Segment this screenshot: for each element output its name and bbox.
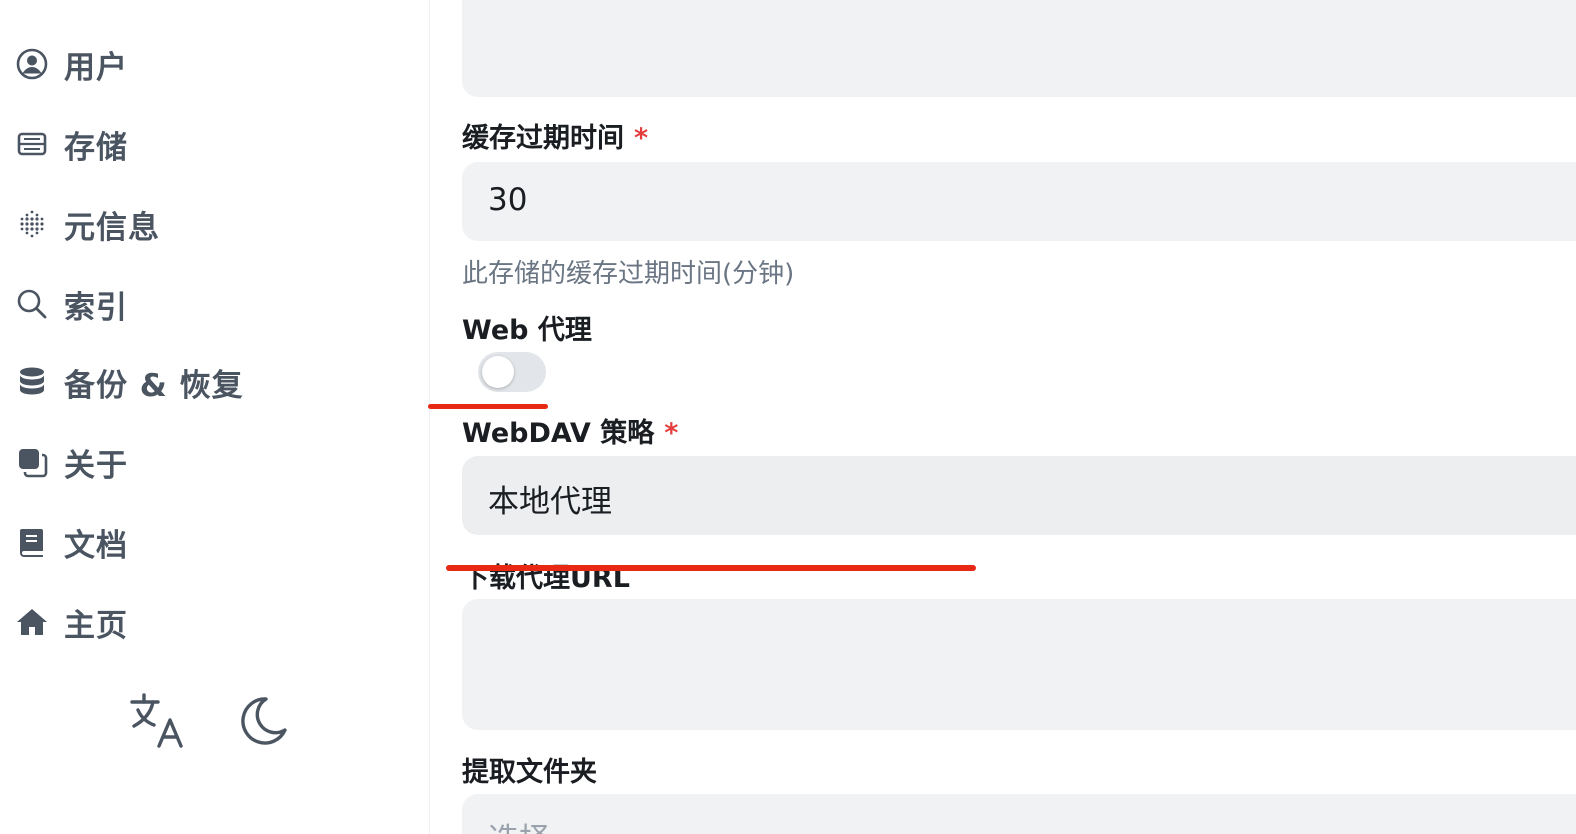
- webdav-policy-value: 本地代理: [488, 484, 612, 520]
- webdav-policy-label: WebDAV 策略 *: [462, 418, 679, 449]
- moon-icon[interactable]: [230, 690, 292, 752]
- translate-icon[interactable]: [128, 690, 190, 752]
- toggle-knob: [482, 356, 514, 388]
- sidebar-item-label: 元信息: [64, 209, 160, 246]
- sidebar-item-label: 存储: [64, 129, 128, 166]
- sidebar: 用户 存储 元信息 索引 备份 & 恢复 关于 文档 主页: [0, 0, 430, 834]
- sidebar-footer: [128, 690, 292, 752]
- webdav-policy-select[interactable]: 本地代理: [462, 456, 1576, 535]
- sidebar-item-label: 主页: [64, 607, 128, 644]
- annotation-underline-web-proxy: [428, 404, 548, 409]
- cache-expiry-help: 此存储的缓存过期时间(分钟): [462, 259, 795, 289]
- home-icon: [14, 604, 50, 640]
- web-proxy-toggle[interactable]: [478, 352, 546, 392]
- cache-expiry-value: 30: [488, 182, 528, 218]
- sidebar-item-backup-restore[interactable]: 备份 & 恢复: [14, 360, 244, 404]
- sidebar-item-home[interactable]: 主页: [14, 600, 128, 644]
- sidebar-item-storage[interactable]: 存储: [14, 122, 128, 166]
- metadata-icon: [14, 206, 50, 242]
- required-mark: *: [664, 418, 679, 449]
- download-proxy-url-label: 下载代理URL: [462, 563, 630, 594]
- sidebar-item-about[interactable]: 关于: [14, 440, 128, 484]
- sidebar-item-label: 文档: [64, 527, 128, 564]
- web-proxy-label: Web 代理: [462, 315, 592, 346]
- annotation-strikethrough-download-proxy: [446, 565, 976, 571]
- book-icon: [14, 524, 50, 560]
- sidebar-item-label: 关于: [64, 447, 128, 484]
- previous-field-input[interactable]: [462, 0, 1576, 97]
- extract-folder-label: 提取文件夹: [462, 757, 597, 788]
- sidebar-item-index[interactable]: 索引: [14, 282, 128, 326]
- cache-expiry-label: 缓存过期时间 *: [462, 123, 649, 154]
- sidebar-item-label: 索引: [64, 289, 128, 326]
- sidebar-item-docs[interactable]: 文档: [14, 520, 128, 564]
- search-icon: [14, 286, 50, 322]
- sidebar-item-metadata[interactable]: 元信息: [14, 202, 160, 246]
- extract-folder-select[interactable]: 选择: [462, 794, 1576, 834]
- about-icon: [14, 444, 50, 480]
- download-proxy-url-input[interactable]: [462, 599, 1576, 730]
- database-icon: [14, 364, 50, 400]
- sidebar-item-label: 用户: [64, 49, 128, 86]
- required-mark: *: [634, 123, 649, 154]
- sidebar-item-label: 备份 & 恢复: [64, 367, 244, 404]
- user-circle-icon: [14, 46, 50, 82]
- extract-folder-placeholder: 选择: [488, 814, 550, 834]
- sidebar-item-users[interactable]: 用户: [14, 42, 128, 86]
- cache-expiry-input[interactable]: 30: [462, 162, 1576, 241]
- storage-icon: [14, 126, 50, 162]
- storage-form: 缓存过期时间 * 30 此存储的缓存过期时间(分钟) Web 代理 WebDAV …: [430, 0, 1576, 834]
